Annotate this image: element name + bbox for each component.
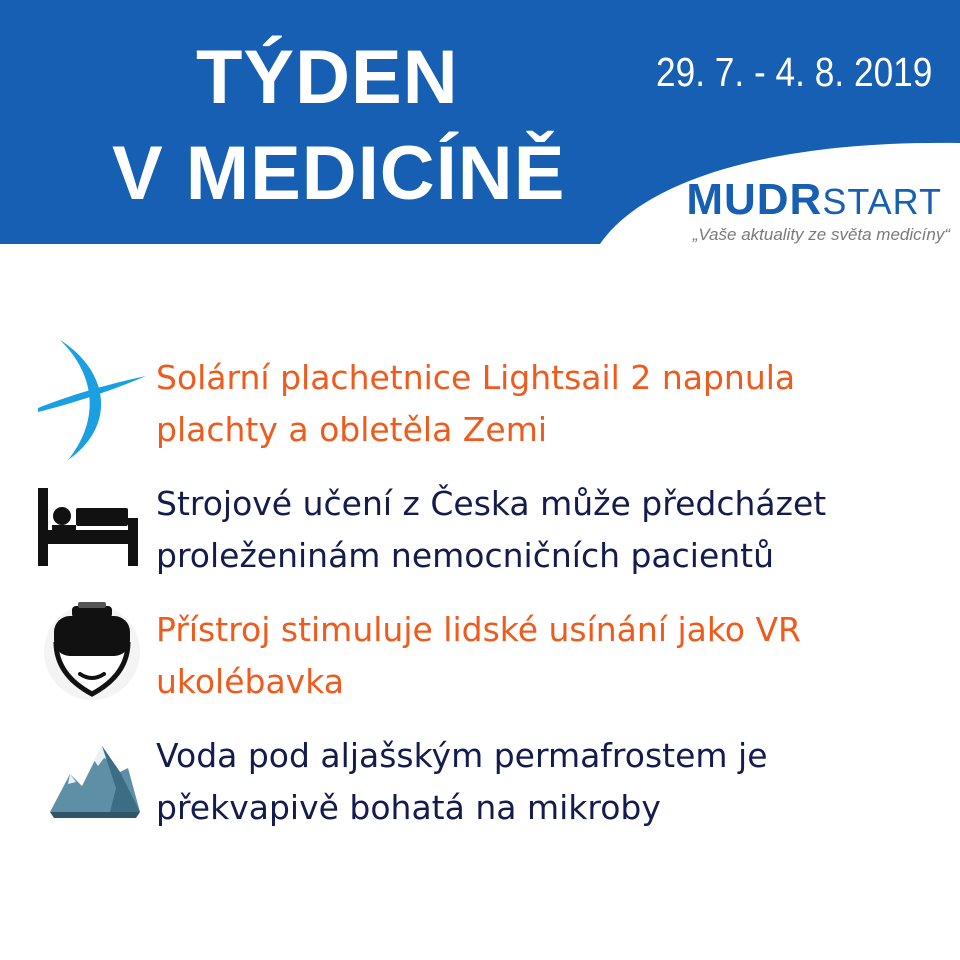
vr-headset-icon: [44, 602, 140, 700]
news-headline-line-2: plachty a obletěla Zemi: [156, 410, 548, 449]
news-headline-line-1: Strojové učení z Česka může předcházet: [156, 484, 827, 523]
news-headline: Strojové učení z Česka může předcházet p…: [156, 478, 946, 582]
news-headline-line-2: proleženinám nemocničních pacientů: [156, 536, 775, 575]
hospital-bed-icon: [38, 488, 138, 566]
brand-logo: MUDRSTART: [686, 178, 942, 222]
news-headline-line-2: překvapivě bohatá na mikroby: [156, 788, 661, 827]
page-title-line-1: TÝDEN: [196, 35, 459, 120]
news-headline: Voda pod aljašským permafrostem je překv…: [156, 730, 946, 834]
brand-tagline: „Vaše aktuality ze světa medicíny“: [692, 225, 950, 244]
news-headline: Solární plachetnice Lightsail 2 napnula …: [156, 352, 946, 456]
page-title-line-2: V MEDICÍNĚ: [112, 131, 566, 216]
mountain-icon: [50, 746, 140, 818]
news-headline-line-2: ukolébavka: [156, 662, 344, 701]
news-headline-line-1: Přístroj stimuluje lidské usínání jako V…: [156, 610, 801, 649]
news-headline: Přístroj stimuluje lidské usínání jako V…: [156, 604, 946, 708]
sail-swoosh-icon: [38, 340, 146, 460]
news-headline-line-1: Voda pod aljašským permafrostem je: [156, 736, 768, 775]
date-range: 29. 7. - 4. 8. 2019: [655, 49, 932, 95]
header-banner: TÝDEN V MEDICÍNĚ 29. 7. - 4. 8. 2019 MUD…: [0, 0, 960, 244]
brand-logo-bold: MUDR: [686, 175, 823, 224]
brand-logo-light: START: [822, 181, 942, 222]
news-headline-line-1: Solární plachetnice Lightsail 2 napnula: [156, 358, 796, 397]
